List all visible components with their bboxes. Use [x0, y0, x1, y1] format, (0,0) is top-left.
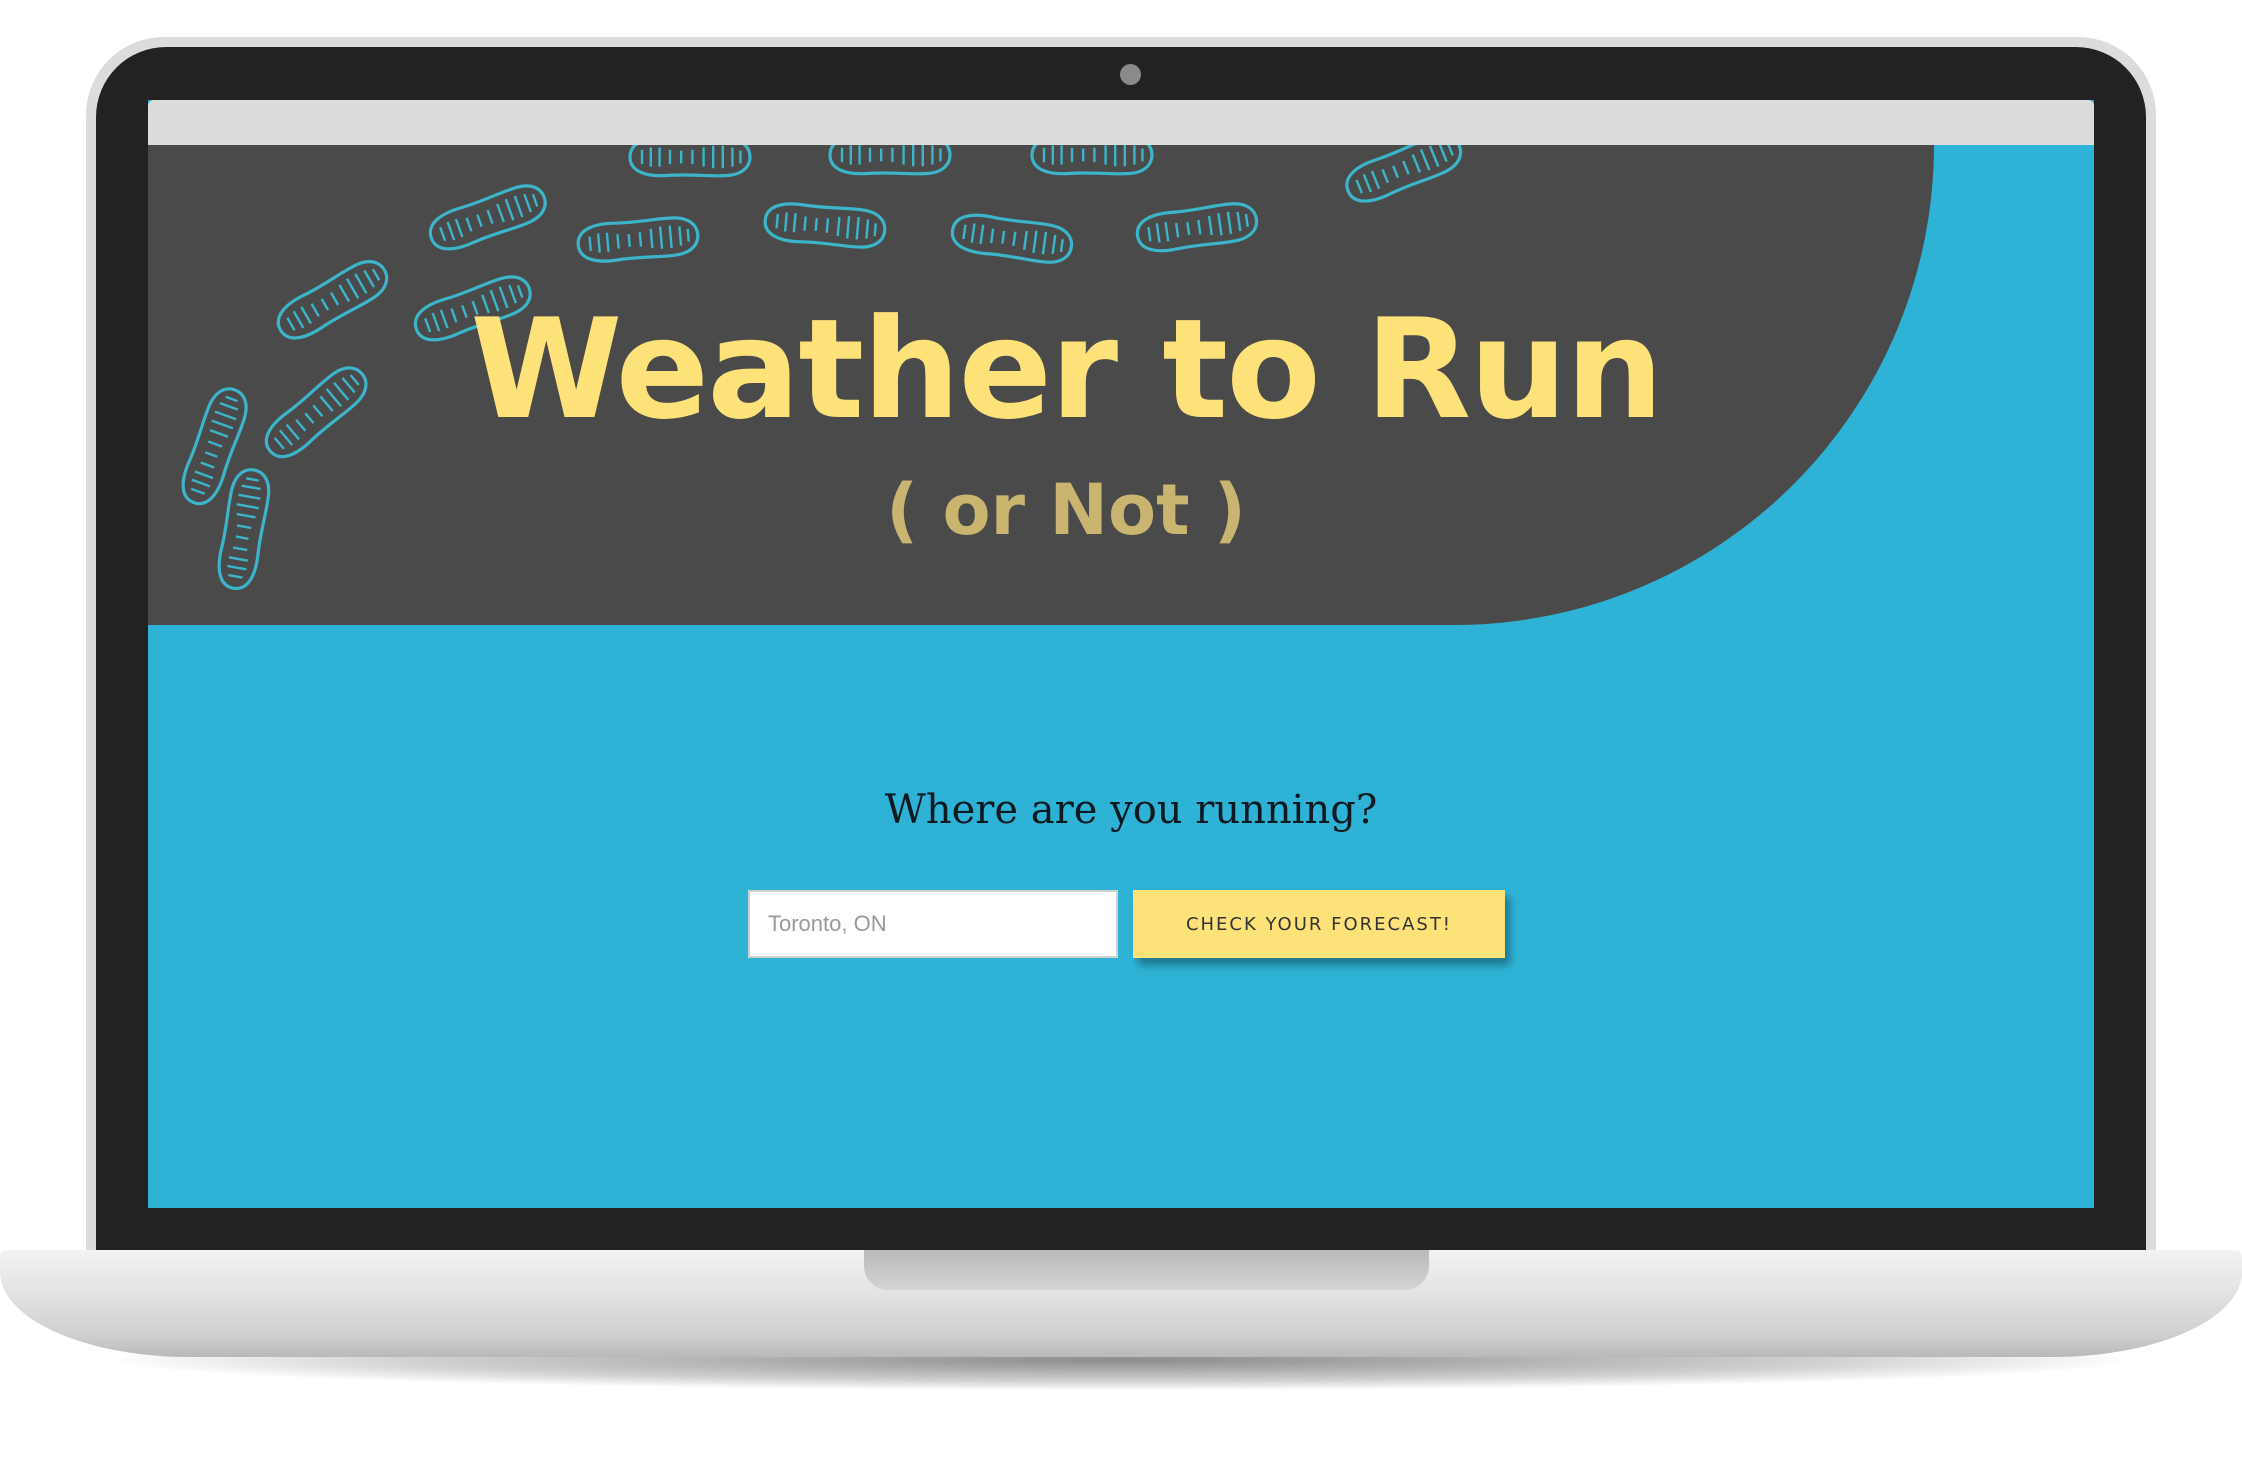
app-title: Weather to Run [470, 289, 1664, 450]
webcam [1120, 64, 1141, 85]
shoe-footprint-icon [948, 209, 1076, 268]
shoe-footprint-icon [1339, 145, 1469, 211]
laptop-mockup: Weather to Run ( or Not ) Where are you … [0, 0, 2242, 1478]
check-forecast-button[interactable]: CHECK YOUR FORECAST! [1133, 890, 1505, 958]
shoe-footprint-icon [761, 199, 889, 251]
shoe-footprint-icon [828, 145, 952, 176]
shoe-footprint-icon [1133, 198, 1261, 257]
shoe-footprint-icon [423, 177, 553, 258]
laptop-screen: Weather to Run ( or Not ) Where are you … [148, 100, 2094, 1208]
shoe-footprint-icon [628, 145, 752, 178]
laptop-opening-notch [864, 1250, 1429, 1290]
weather-app-page: Weather to Run ( or Not ) Where are you … [148, 145, 2094, 1208]
location-input[interactable] [748, 890, 1118, 958]
location-question: Where are you running? [884, 787, 1378, 833]
browser-toolbar [148, 100, 2094, 145]
app-subtitle: ( or Not ) [886, 469, 1246, 551]
shoe-footprint-icon [574, 214, 702, 266]
shoe-footprint-icon [1030, 145, 1154, 176]
